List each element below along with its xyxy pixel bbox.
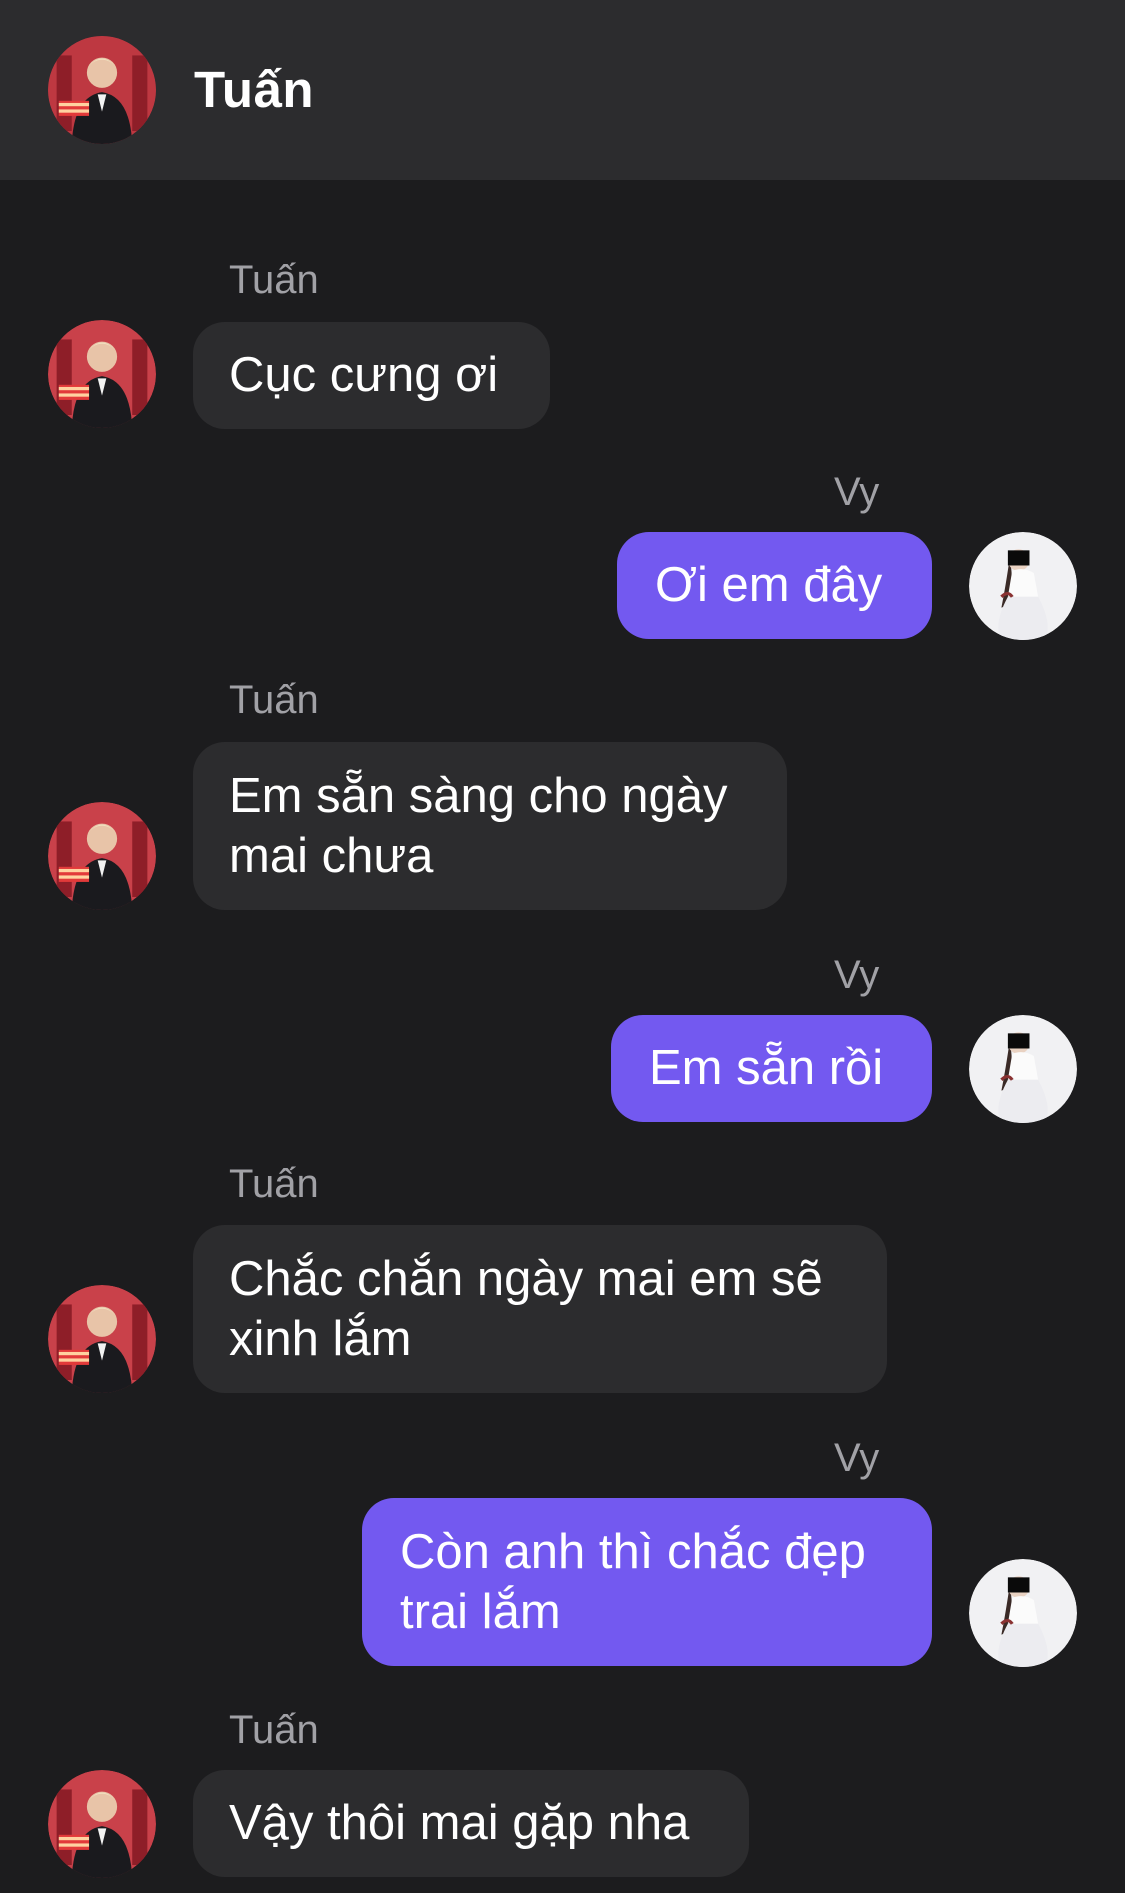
sender-label: Vy xyxy=(834,953,880,997)
message-text: Cục cưng ơi xyxy=(229,348,499,402)
message-text: Em sẵn rồi xyxy=(649,1041,884,1095)
message-bubble-outgoing[interactable]: Còn anh thì chắc đẹp trai lắm xyxy=(362,1498,932,1666)
message-text: Vậy thôi mai gặp nha xyxy=(229,1796,690,1850)
message-text: mai chưa xyxy=(229,829,434,883)
sender-label: Tuấn xyxy=(229,258,319,302)
user-avatar-icon[interactable] xyxy=(969,532,1077,640)
message-bubble-incoming[interactable]: Cục cưng ơi xyxy=(193,322,550,429)
sender-label: Vy xyxy=(834,470,880,514)
contact-avatar-icon[interactable] xyxy=(48,36,156,144)
message-text: Còn anh thì chắc đẹp xyxy=(400,1525,866,1579)
chat-header: Tuấn xyxy=(0,0,1125,180)
message-text: xinh lắm xyxy=(229,1312,412,1366)
message-text: Ơi em đây xyxy=(655,558,883,612)
contact-avatar-icon[interactable] xyxy=(48,320,156,428)
message-text: Em sẵn sàng cho ngày xyxy=(229,769,728,823)
contact-avatar-icon[interactable] xyxy=(48,802,156,910)
message-bubble-incoming[interactable]: Chắc chắn ngày mai em sẽ xinh lắm xyxy=(193,1225,887,1393)
conversation-title: Tuấn xyxy=(194,61,315,118)
message-text: trai lắm xyxy=(400,1585,561,1639)
message-bubble-outgoing[interactable]: Em sẵn rồi xyxy=(611,1015,932,1122)
user-avatar-icon[interactable] xyxy=(969,1015,1077,1123)
message-bubble-incoming[interactable]: Vậy thôi mai gặp nha xyxy=(193,1770,749,1877)
message-bubble-outgoing[interactable]: Ơi em đây xyxy=(617,532,932,639)
sender-label: Tuấn xyxy=(229,678,319,722)
sender-label: Tuấn xyxy=(229,1708,319,1752)
message-bubble-incoming[interactable]: Em sẵn sàng cho ngày mai chưa xyxy=(193,742,787,910)
message-text: Chắc chắn ngày mai em sẽ xyxy=(229,1252,823,1306)
contact-avatar-icon[interactable] xyxy=(48,1770,156,1878)
user-avatar-icon[interactable] xyxy=(969,1559,1077,1667)
sender-label: Vy xyxy=(834,1436,880,1480)
contact-avatar-icon[interactable] xyxy=(48,1285,156,1393)
sender-label: Tuấn xyxy=(229,1162,319,1206)
